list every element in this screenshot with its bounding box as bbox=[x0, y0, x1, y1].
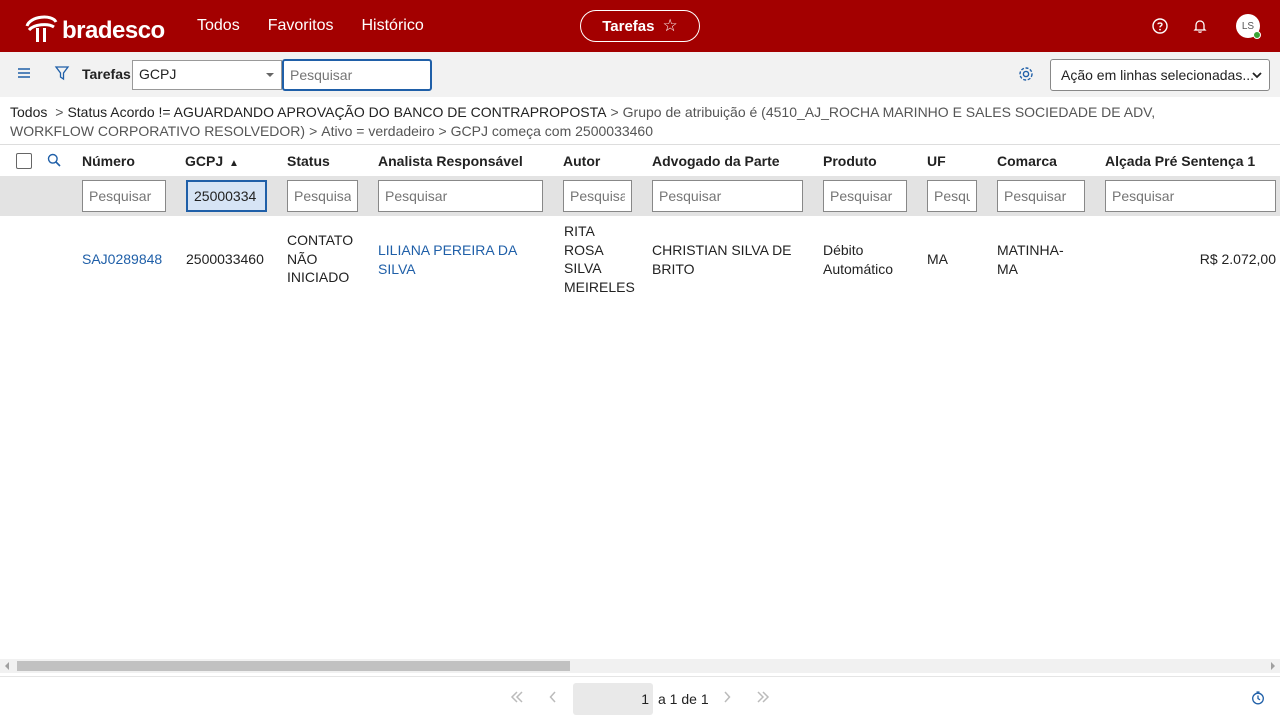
star-icon[interactable]: ☆ bbox=[663, 16, 678, 36]
filter-funnel-icon[interactable] bbox=[54, 65, 70, 84]
search-field-select[interactable]: GCPJ bbox=[132, 60, 282, 90]
breadcrumb-separator: > bbox=[51, 104, 64, 120]
horizontal-scrollbar[interactable] bbox=[0, 659, 1280, 673]
filter-analista-input[interactable] bbox=[378, 180, 543, 212]
list-toolbar: Tarefas GCPJ Ação em linhas selecionadas… bbox=[0, 52, 1280, 97]
col-header-gcpj-label: GCPJ bbox=[185, 153, 224, 169]
page-number-input[interactable]: 1 bbox=[573, 683, 653, 715]
avatar-initials: LS bbox=[1241, 20, 1255, 32]
main-nav: Todos Favoritos Histórico bbox=[197, 0, 452, 52]
filter-alcada-input[interactable] bbox=[1105, 180, 1276, 212]
col-header-analista[interactable]: Analista Responsável bbox=[378, 153, 523, 169]
dropdown-caret-icon bbox=[266, 73, 274, 77]
cell-numero-link[interactable]: SAJ0289848 bbox=[82, 250, 162, 269]
table-row[interactable]: SAJ0289848 2500033460 CONTATO NÃO INICIA… bbox=[0, 216, 1280, 302]
cell-status: CONTATO NÃO INICIADO bbox=[287, 232, 354, 285]
breadcrumb-separator: > bbox=[309, 123, 318, 139]
tasks-pill-label: Tarefas bbox=[602, 17, 655, 35]
current-page-value: 1 bbox=[641, 691, 649, 707]
search-field-value: GCPJ bbox=[139, 66, 177, 82]
col-header-autor[interactable]: Autor bbox=[563, 153, 600, 169]
breadcrumb-separator: > bbox=[610, 104, 619, 120]
app-header: bradesco Todos Favoritos Histórico Taref… bbox=[0, 0, 1280, 52]
cell-uf: MA bbox=[927, 251, 948, 267]
col-header-numero[interactable]: Número bbox=[82, 153, 135, 169]
cell-gcpj: 2500033460 bbox=[186, 251, 264, 267]
cell-produto: Débito Automático bbox=[823, 242, 894, 277]
online-status-dot bbox=[1253, 31, 1261, 39]
filter-status-input[interactable] bbox=[287, 180, 358, 212]
chevron-down-icon bbox=[1251, 68, 1263, 84]
col-header-produto[interactable]: Produto bbox=[823, 153, 877, 169]
filter-numero-input[interactable] bbox=[82, 180, 166, 212]
list-search-input[interactable] bbox=[282, 59, 432, 91]
nav-historico[interactable]: Histórico bbox=[362, 17, 424, 35]
next-page-icon[interactable] bbox=[723, 691, 731, 706]
nav-favoritos[interactable]: Favoritos bbox=[268, 17, 334, 35]
breadcrumb-root[interactable]: Todos bbox=[10, 104, 47, 120]
row-action-value: Ação em linhas selecionadas... bbox=[1061, 67, 1254, 83]
settings-gear-icon[interactable] bbox=[1017, 65, 1035, 86]
col-header-comarca[interactable]: Comarca bbox=[997, 153, 1057, 169]
filter-produto-input[interactable] bbox=[823, 180, 907, 212]
filter-advogado-input[interactable] bbox=[652, 180, 803, 212]
column-filter-row bbox=[0, 176, 1280, 216]
col-header-status[interactable]: Status bbox=[287, 153, 330, 169]
sort-ascending-icon: ▲ bbox=[229, 158, 239, 169]
row-action-select[interactable]: Ação em linhas selecionadas... bbox=[1050, 59, 1270, 91]
help-icon[interactable] bbox=[1150, 16, 1170, 36]
bradesco-tree-icon bbox=[25, 15, 58, 42]
filter-breadcrumb: Todos > Status Acordo != AGUARDANDO APROV… bbox=[10, 103, 1240, 141]
scroll-left-arrow-icon[interactable] bbox=[5, 662, 9, 670]
hamburger-menu-icon[interactable] bbox=[17, 66, 31, 83]
scroll-right-arrow-icon[interactable] bbox=[1271, 662, 1275, 670]
filter-comarca-input[interactable] bbox=[997, 180, 1085, 212]
cell-autor: RITA ROSA SILVA MEIRELES bbox=[564, 223, 635, 295]
list-title: Tarefas bbox=[82, 66, 131, 82]
scrollbar-thumb[interactable] bbox=[17, 661, 570, 671]
last-page-icon[interactable] bbox=[756, 691, 770, 706]
tasks-pill-button[interactable]: Tarefas ☆ bbox=[580, 10, 700, 42]
notifications-bell-icon[interactable] bbox=[1190, 16, 1210, 36]
breadcrumb-condition-1[interactable]: Status Acordo != AGUARDANDO APROVAÇÃO DO… bbox=[67, 104, 606, 120]
col-header-advogado[interactable]: Advogado da Parte bbox=[652, 153, 780, 169]
filter-uf-input[interactable] bbox=[927, 180, 977, 212]
breadcrumb-condition-4[interactable]: GCPJ começa com 2500033460 bbox=[451, 123, 653, 139]
first-page-icon[interactable] bbox=[510, 691, 524, 706]
cell-comarca: MATINHA-MA bbox=[997, 242, 1064, 277]
breadcrumb-separator: > bbox=[438, 123, 447, 139]
filter-autor-input[interactable] bbox=[563, 180, 632, 212]
cell-alcada: R$ 2.072,00 bbox=[1199, 251, 1276, 267]
page-count-text: a 1 de 1 bbox=[658, 691, 709, 707]
response-time-clock-icon[interactable] bbox=[1251, 691, 1265, 708]
cell-advogado: CHRISTIAN SILVA DE BRITO bbox=[652, 242, 792, 277]
user-avatar[interactable]: LS bbox=[1236, 14, 1261, 39]
nav-todos[interactable]: Todos bbox=[197, 17, 240, 35]
pagination-bar: 1 a 1 de 1 bbox=[0, 676, 1280, 720]
search-icon[interactable] bbox=[47, 153, 61, 170]
bradesco-logo[interactable]: bradesco bbox=[24, 9, 165, 45]
brand-name: bradesco bbox=[62, 17, 165, 44]
col-header-alcada[interactable]: Alçada Pré Sentença 1 bbox=[1105, 153, 1255, 169]
col-header-uf[interactable]: UF bbox=[927, 153, 946, 169]
filter-gcpj-input[interactable] bbox=[186, 180, 267, 212]
table-header-row: Número GCPJ ▲ Status Analista Responsáve… bbox=[0, 144, 1280, 176]
select-all-checkbox[interactable] bbox=[16, 153, 32, 169]
cell-analista-link[interactable]: LILIANA PEREIRA DA SILVA bbox=[378, 241, 548, 278]
col-header-gcpj[interactable]: GCPJ ▲ bbox=[185, 153, 239, 169]
previous-page-icon[interactable] bbox=[549, 691, 557, 706]
breadcrumb-condition-3[interactable]: Ativo = verdadeiro bbox=[321, 123, 434, 139]
